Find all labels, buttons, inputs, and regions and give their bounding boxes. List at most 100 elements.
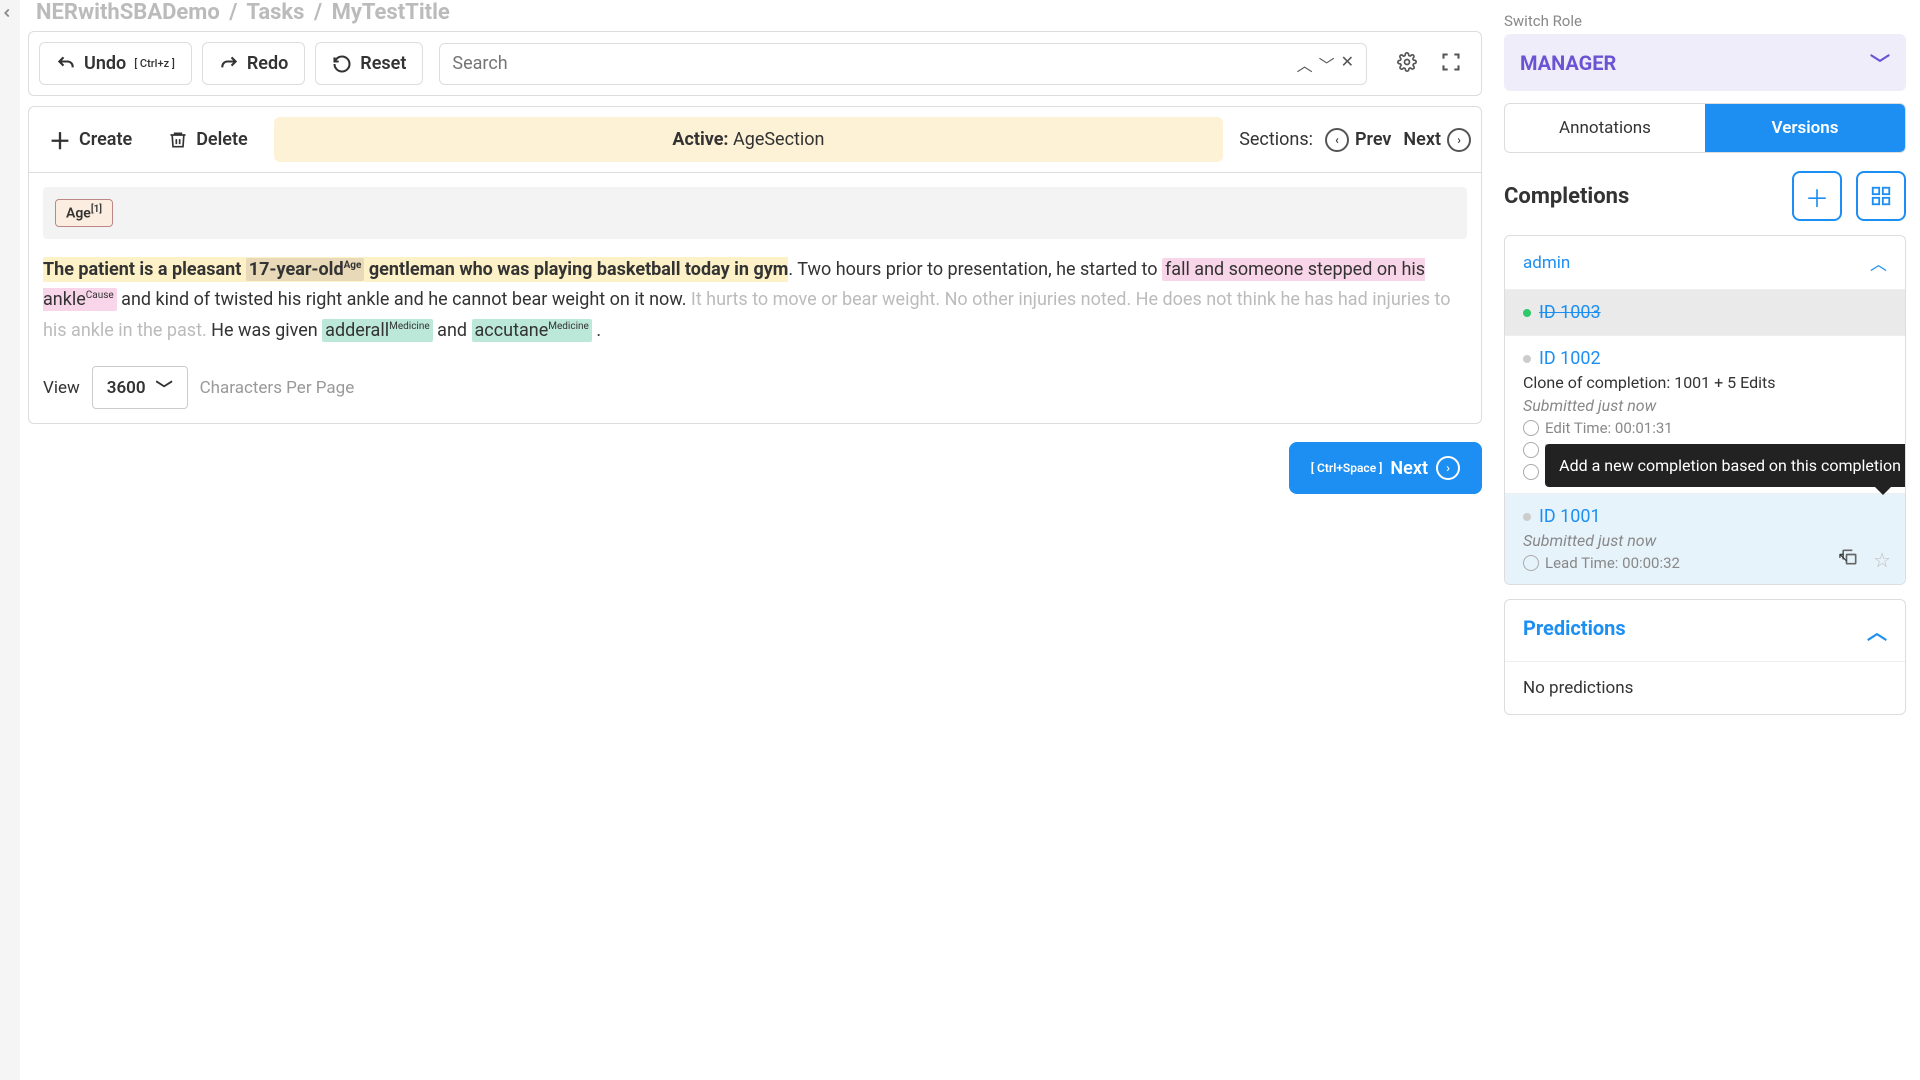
- action-row: ＋ Create Delete Active: AgeSection Secti…: [28, 106, 1482, 173]
- status-dot-icon: [1523, 355, 1531, 363]
- sidebar: Switch Role MANAGER ﹀ Annotations Versio…: [1490, 0, 1920, 1080]
- sections-label: Sections:: [1239, 129, 1313, 150]
- completion-user-header[interactable]: admin ︿: [1505, 236, 1905, 290]
- settings-icon[interactable]: [1397, 52, 1417, 76]
- delete-button[interactable]: Delete: [158, 123, 258, 156]
- next-task-button[interactable]: [ Ctrl+Space ] Next ›: [1289, 442, 1482, 494]
- submitted-info: Submitted just now: [1523, 396, 1887, 415]
- med1-span[interactable]: adderallMedicine: [322, 319, 433, 342]
- reset-button[interactable]: Reset: [315, 42, 423, 85]
- search-prev-icon[interactable]: ︿: [1297, 52, 1313, 76]
- undo-hint: [ Ctrl+z ]: [134, 57, 175, 70]
- search-clear-icon[interactable]: ✕: [1341, 52, 1354, 76]
- copy-icon[interactable]: ↖: [1839, 547, 1859, 572]
- undo-label: Undo: [84, 53, 126, 74]
- submitted-info: Submitted just now: [1523, 531, 1887, 550]
- completions-box: admin ︿ ID 1003 ID 1002 Clone of complet…: [1504, 235, 1906, 585]
- cause-sup: Cause: [86, 290, 114, 301]
- completion-id: ID 1003: [1539, 302, 1601, 323]
- clock-icon: [1523, 420, 1539, 436]
- add-completion-button[interactable]: ＋: [1792, 171, 1842, 221]
- text-seg: . Two hours prior to presentation, he st…: [788, 259, 1162, 280]
- search-input[interactable]: [452, 53, 1296, 74]
- med2-span[interactable]: accutaneMedicine: [472, 319, 592, 342]
- clone-info: Clone of completion: 1001 + 5 Edits: [1523, 373, 1887, 392]
- age-tag-chip[interactable]: Age[1]: [55, 199, 113, 227]
- redo-button[interactable]: Redo: [202, 42, 305, 85]
- chevron-up-icon: ︿: [1870, 250, 1887, 275]
- text-seg: The patient is a pleasant: [43, 259, 246, 280]
- text-seg: He was given: [207, 320, 322, 341]
- med2-value: accutane: [475, 320, 549, 341]
- tab-annotations[interactable]: Annotations: [1505, 104, 1705, 152]
- create-button[interactable]: ＋ Create: [39, 118, 142, 162]
- completion-item-1003[interactable]: ID 1003: [1505, 290, 1905, 336]
- next-section-button[interactable]: Next ›: [1403, 128, 1471, 152]
- tab-versions[interactable]: Versions: [1705, 104, 1905, 152]
- main-area: NERwithSBADemo / Tasks / MyTestTitle Und…: [20, 0, 1490, 1080]
- breadcrumb-part[interactable]: NERwithSBADemo: [36, 0, 220, 25]
- chevron-up-icon: ︿: [1867, 616, 1887, 645]
- predictions-header[interactable]: Predictions ︿: [1505, 600, 1905, 662]
- next-hint: [ Ctrl+Space ]: [1311, 461, 1383, 475]
- role-select[interactable]: MANAGER ﹀: [1504, 34, 1906, 91]
- active-label: Active:: [672, 129, 728, 150]
- status-dot-icon: [1523, 309, 1531, 317]
- copy-tooltip: Add a new completion based on this compl…: [1545, 444, 1906, 487]
- med2-sup: Medicine: [548, 321, 589, 332]
- lead-time: Lead Time: 00:00:32: [1545, 554, 1680, 572]
- med1-value: adderall: [325, 320, 389, 341]
- reset-label: Reset: [360, 53, 406, 74]
- next-container: [ Ctrl+Space ] Next ›: [28, 442, 1482, 494]
- grid-view-button[interactable]: [1856, 171, 1906, 221]
- active-section: Active: AgeSection: [274, 117, 1223, 162]
- age-sup: Age: [344, 260, 362, 271]
- predictions-title: Predictions: [1523, 616, 1626, 645]
- breadcrumb-part[interactable]: MyTestTitle: [332, 0, 450, 25]
- tag-name: Age: [66, 206, 91, 222]
- cursor-icon: ↖: [1837, 550, 1849, 566]
- clock-icon: [1523, 464, 1539, 480]
- sidebar-tabs: Annotations Versions: [1504, 103, 1906, 153]
- completion-id: ID 1001: [1539, 506, 1601, 527]
- text-seg: .: [592, 320, 601, 341]
- chevron-down-icon: ﹀: [1870, 48, 1890, 77]
- collapse-bar[interactable]: [0, 0, 20, 1080]
- create-label: Create: [79, 129, 132, 150]
- redo-label: Redo: [247, 53, 288, 74]
- age-span[interactable]: 17-year-oldAge: [246, 258, 365, 281]
- undo-button[interactable]: Undo [ Ctrl+z ]: [39, 42, 192, 85]
- annotation-text[interactable]: The patient is a pleasant 17-year-oldAge…: [43, 255, 1467, 347]
- user-name: admin: [1523, 253, 1570, 273]
- star-icon[interactable]: ☆: [1873, 548, 1891, 572]
- edit-time: Edit Time: 00:01:31: [1545, 419, 1673, 437]
- prev-section-button[interactable]: ‹ Prev: [1325, 128, 1391, 152]
- completion-item-1001[interactable]: Add a new completion based on this compl…: [1505, 494, 1905, 584]
- chars-select[interactable]: 3600 ﹀: [92, 366, 188, 409]
- view-row: View 3600 ﹀ Characters Per Page: [43, 366, 1467, 409]
- completions-title: Completions: [1504, 184, 1629, 209]
- chevron-left-icon: ‹: [1325, 128, 1349, 152]
- tag-row: Age[1]: [43, 187, 1467, 239]
- search-next-icon[interactable]: ﹀: [1319, 52, 1335, 76]
- breadcrumb-sep: /: [314, 0, 322, 25]
- status-dot-icon: [1523, 513, 1531, 521]
- med1-sup: Medicine: [389, 321, 430, 332]
- completions-header: Completions ＋: [1504, 171, 1906, 221]
- breadcrumb-part[interactable]: Tasks: [246, 0, 304, 25]
- chevron-down-icon: ﹀: [156, 375, 173, 400]
- tag-index: [1]: [91, 204, 102, 215]
- breadcrumb-sep: /: [229, 0, 237, 25]
- text-seg: gentleman who was playing basketball tod…: [364, 259, 788, 280]
- view-label: View: [43, 378, 80, 398]
- fullscreen-icon[interactable]: [1441, 52, 1461, 76]
- switch-role-label: Switch Role: [1504, 12, 1906, 30]
- predictions-box: Predictions ︿ No predictions: [1504, 599, 1906, 715]
- no-predictions-text: No predictions: [1505, 662, 1905, 714]
- prev-label: Prev: [1355, 129, 1391, 150]
- next-label: Next: [1403, 129, 1441, 150]
- chars-value: 3600: [107, 378, 146, 398]
- search-box[interactable]: ︿ ﹀ ✕: [439, 43, 1367, 85]
- cpp-label: Characters Per Page: [200, 378, 355, 398]
- chevron-right-icon: ›: [1436, 456, 1460, 480]
